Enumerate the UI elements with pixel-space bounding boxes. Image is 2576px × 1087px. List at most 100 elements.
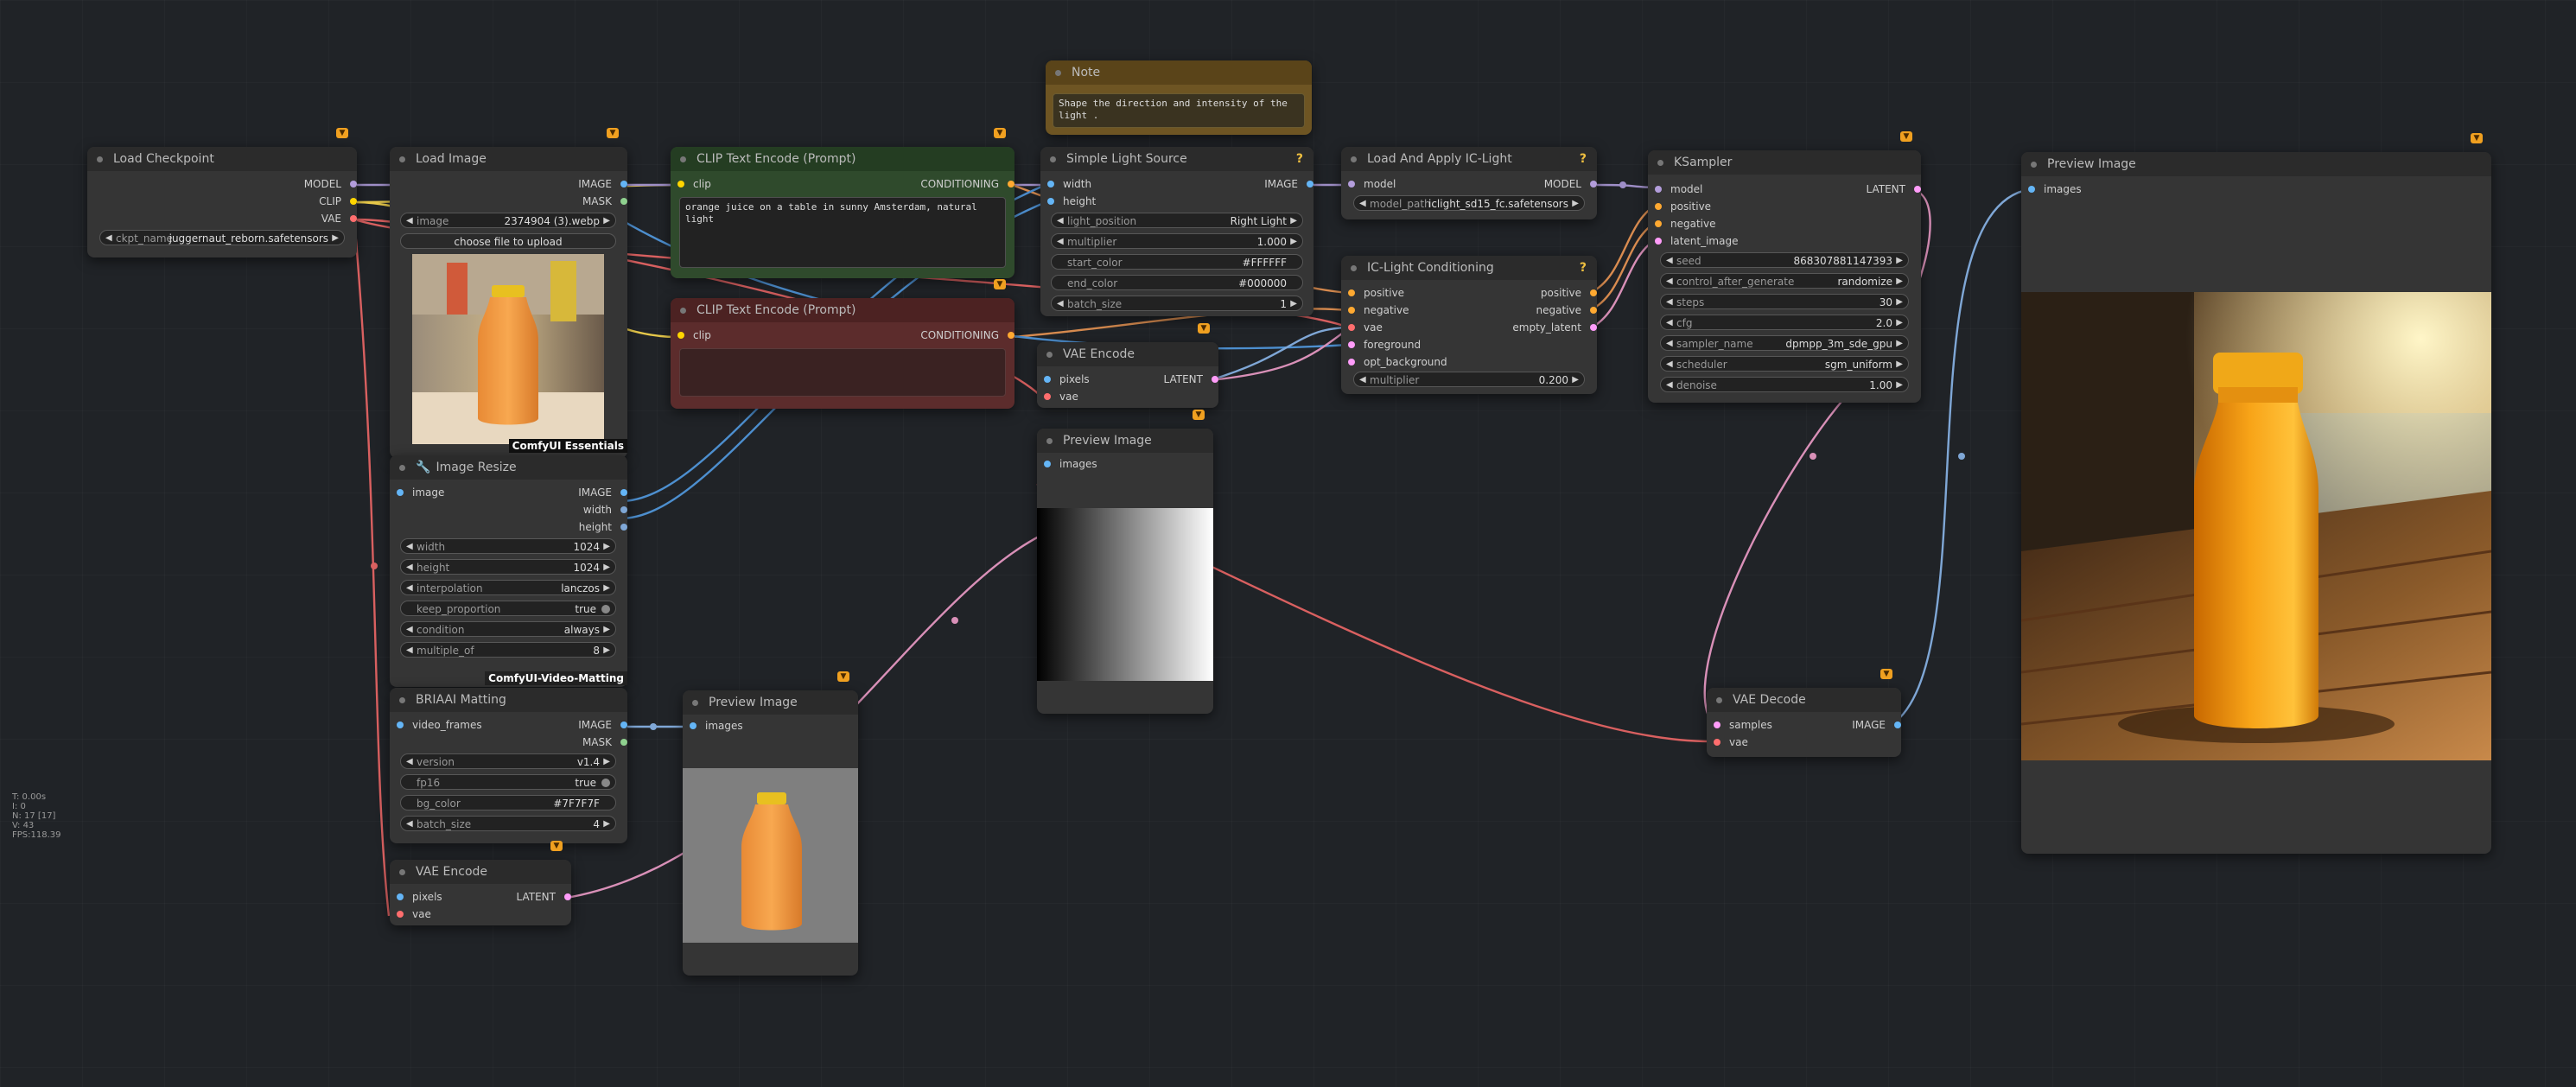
node-iclight-conditioning[interactable]: IC-Light Conditioning? positive negative… bbox=[1341, 256, 1597, 394]
output-mask[interactable]: MASK bbox=[582, 195, 627, 207]
condition-combo[interactable]: ◀ condition always ▶ bbox=[400, 621, 616, 637]
input-width[interactable]: width bbox=[1047, 178, 1091, 190]
node-clip-text-positive[interactable]: ▼ CLIP Text Encode (Prompt) clip CONDITI… bbox=[671, 128, 1014, 278]
input-model[interactable]: model bbox=[1655, 183, 1702, 195]
node-title[interactable]: CLIP Text Encode (Prompt) bbox=[671, 147, 1014, 171]
node-title[interactable]: VAE Encode bbox=[390, 860, 571, 884]
node-ksampler[interactable]: ▼ KSampler model positive negative laten… bbox=[1648, 131, 1921, 403]
output-image[interactable]: IMAGE bbox=[1852, 719, 1901, 731]
output-model[interactable]: MODEL bbox=[1544, 178, 1597, 190]
version-combo[interactable]: ◀ version v1.4 ▶ bbox=[400, 753, 616, 769]
collapse-dot[interactable] bbox=[399, 697, 405, 703]
light-position-combo[interactable]: ◀ light_position Right Light ▶ bbox=[1051, 213, 1303, 228]
input-height[interactable]: height bbox=[1047, 195, 1096, 207]
output-image[interactable]: IMAGE bbox=[578, 486, 627, 499]
output-image[interactable]: IMAGE bbox=[578, 178, 627, 190]
bg-color-field[interactable]: bg_color #7F7F7F bbox=[400, 795, 616, 810]
node-preview-matte[interactable]: ▼ Preview Image images bbox=[683, 671, 858, 976]
node-image-resize[interactable]: 🔧 Image Resize image IMAGE width height ◀… bbox=[390, 455, 627, 687]
collapse-dot[interactable] bbox=[1046, 438, 1053, 444]
ckpt-name-combo[interactable]: ◀ ckpt_name juggernaut_reborn.safetensors ▶ bbox=[99, 230, 345, 245]
help-icon[interactable]: ? bbox=[1580, 147, 1587, 171]
output-clip[interactable]: CLIP bbox=[319, 195, 357, 207]
output-image[interactable]: IMAGE bbox=[1264, 178, 1313, 190]
node-title[interactable]: CLIP Text Encode (Prompt) bbox=[671, 298, 1014, 322]
resize-width-widget[interactable]: ◀ width 1024 ▶ bbox=[400, 538, 616, 554]
collapse-dot[interactable] bbox=[1716, 697, 1722, 703]
input-pixels[interactable]: pixels bbox=[397, 891, 442, 903]
node-title[interactable]: VAE Encode bbox=[1037, 342, 1218, 366]
output-conditioning[interactable]: CONDITIONING bbox=[920, 329, 1014, 341]
output-width[interactable]: width bbox=[583, 504, 627, 516]
interpolation-combo[interactable]: ◀ interpolation lanczos ▶ bbox=[400, 580, 616, 595]
input-images[interactable]: images bbox=[2028, 183, 2082, 195]
output-empty-latent[interactable]: empty_latent bbox=[1512, 321, 1597, 334]
output-negative[interactable]: negative bbox=[1536, 304, 1597, 316]
node-title[interactable]: Load Image bbox=[390, 147, 627, 171]
collapse-dot[interactable] bbox=[680, 156, 686, 162]
output-vae[interactable]: VAE bbox=[321, 213, 357, 225]
output-model[interactable]: MODEL bbox=[304, 178, 357, 190]
output-positive[interactable]: positive bbox=[1541, 287, 1597, 299]
keep-proportion-toggle[interactable]: keep_proportion true bbox=[400, 601, 616, 616]
negative-prompt-textarea[interactable] bbox=[679, 348, 1006, 397]
input-vae[interactable]: vae bbox=[397, 908, 431, 920]
collapse-dot[interactable] bbox=[1657, 160, 1663, 166]
input-latent-image[interactable]: latent_image bbox=[1655, 235, 1738, 247]
input-image[interactable]: image bbox=[397, 486, 444, 499]
control-after-generate-combo[interactable]: ◀ control_after_generate randomize ▶ bbox=[1660, 273, 1909, 289]
input-model[interactable]: model bbox=[1348, 178, 1396, 190]
input-negative[interactable]: negative bbox=[1348, 304, 1409, 316]
collapse-dot[interactable] bbox=[399, 869, 405, 875]
collapse-dot[interactable] bbox=[399, 465, 405, 471]
input-pixels[interactable]: pixels bbox=[1044, 373, 1090, 385]
collapse-dot[interactable] bbox=[97, 156, 103, 162]
input-video-frames[interactable]: video_frames bbox=[397, 719, 482, 731]
node-vae-encode-1[interactable]: ▼ VAE Encode pixels vae LATENT bbox=[1037, 323, 1218, 408]
node-title[interactable]: Preview Image bbox=[683, 690, 858, 715]
output-height[interactable]: height bbox=[579, 521, 627, 533]
output-latent[interactable]: LATENT bbox=[1867, 183, 1921, 195]
node-briaai-matting[interactable]: BRIAAI Matting video_frames IMAGE MASK ◀… bbox=[390, 688, 627, 843]
node-load-iclight[interactable]: Load And Apply IC-Light? model MODEL ◀ mo… bbox=[1341, 147, 1597, 219]
collapse-dot[interactable] bbox=[1046, 352, 1053, 358]
output-conditioning[interactable]: CONDITIONING bbox=[920, 178, 1014, 190]
collapse-dot[interactable] bbox=[1050, 156, 1056, 162]
input-foreground[interactable]: foreground bbox=[1348, 339, 1421, 351]
start-color-field[interactable]: start_color #FFFFFF bbox=[1051, 254, 1303, 270]
node-preview-final[interactable]: ▼ Preview Image images bbox=[2021, 133, 2491, 854]
help-icon[interactable]: ? bbox=[1296, 147, 1303, 171]
input-vae[interactable]: vae bbox=[1714, 736, 1748, 748]
node-title[interactable]: VAE Decode bbox=[1707, 688, 1901, 712]
model-path-combo[interactable]: ◀ model_path iclight_sd15_fc.safetensors ▶ bbox=[1353, 195, 1585, 211]
collapse-dot[interactable] bbox=[692, 700, 698, 706]
node-title[interactable]: Load Checkpoint bbox=[87, 147, 357, 171]
collapse-dot[interactable] bbox=[399, 156, 405, 162]
node-vae-decode[interactable]: ▼ VAE Decode samples vae IMAGE bbox=[1707, 669, 1901, 757]
seed-widget[interactable]: ◀ seed 868307881147393 ▶ bbox=[1660, 252, 1909, 268]
input-samples[interactable]: samples bbox=[1714, 719, 1772, 731]
collapse-dot[interactable] bbox=[1351, 156, 1357, 162]
help-icon[interactable]: ? bbox=[1580, 256, 1587, 280]
note-textarea[interactable]: Shape the direction and intensity of the… bbox=[1053, 93, 1305, 128]
input-clip[interactable]: clip bbox=[677, 178, 711, 190]
positive-prompt-textarea[interactable]: orange juice on a table in sunny Amsterd… bbox=[679, 197, 1006, 268]
input-clip[interactable]: clip bbox=[677, 329, 711, 341]
output-mask[interactable]: MASK bbox=[582, 736, 627, 748]
node-title[interactable]: KSampler bbox=[1648, 150, 1921, 175]
node-title[interactable]: Note bbox=[1046, 60, 1312, 85]
node-title[interactable]: BRIAAI Matting bbox=[390, 688, 627, 712]
node-load-image[interactable]: ▼ Load Image IMAGE MASK ◀ image 2374904 (3… bbox=[390, 128, 627, 458]
node-title[interactable]: IC-Light Conditioning? bbox=[1341, 256, 1597, 280]
sampler-name-combo[interactable]: ◀ sampler_name dpmpp_3m_sde_gpu ▶ bbox=[1660, 335, 1909, 351]
input-images[interactable]: images bbox=[1044, 458, 1097, 470]
image-combo[interactable]: ◀ image 2374904 (3).webp ▶ bbox=[400, 213, 616, 228]
batch-size-widget[interactable]: ◀ batch_size 4 ▶ bbox=[400, 816, 616, 831]
node-title[interactable]: Simple Light Source? bbox=[1040, 147, 1313, 171]
node-note[interactable]: Note Shape the direction and intensity o… bbox=[1046, 60, 1312, 135]
fp16-toggle[interactable]: fp16 true bbox=[400, 774, 616, 790]
light-batch-size-widget[interactable]: ◀ batch_size 1 ▶ bbox=[1051, 296, 1303, 311]
upload-button[interactable]: choose file to upload bbox=[400, 233, 616, 249]
iclight-multiplier-widget[interactable]: ◀ multiplier 0.200 ▶ bbox=[1353, 372, 1585, 387]
steps-widget[interactable]: ◀ steps 30 ▶ bbox=[1660, 294, 1909, 309]
